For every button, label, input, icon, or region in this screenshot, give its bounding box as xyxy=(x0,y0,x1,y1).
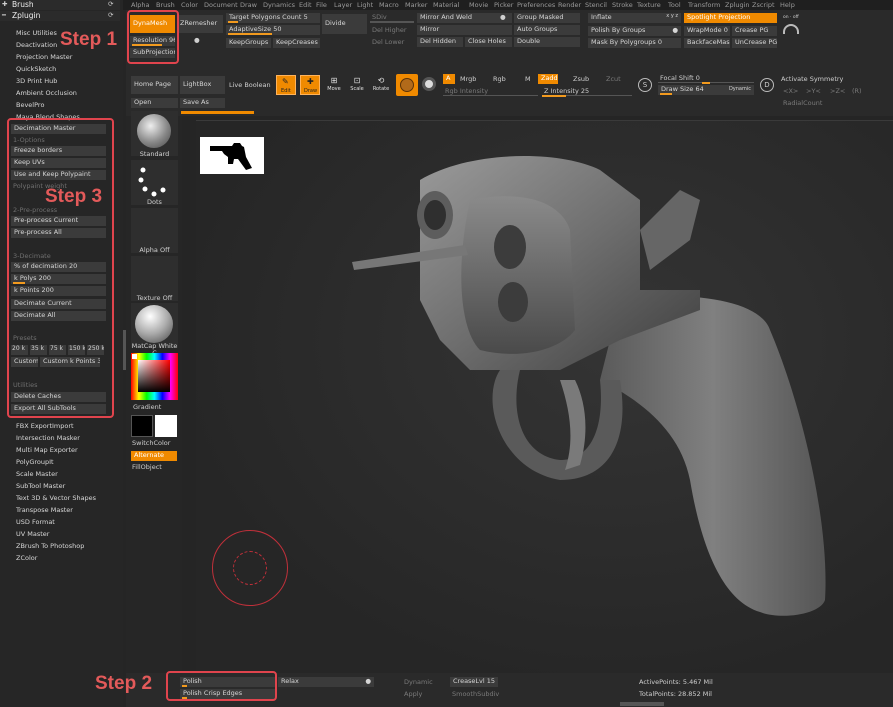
active-points-readout: ActivePoints: 5.467 Mil xyxy=(639,678,713,686)
step3-highlight-box xyxy=(7,118,114,418)
trigger-guard xyxy=(492,370,623,480)
brush-cursor-inner xyxy=(233,551,267,585)
revolver-grip xyxy=(600,296,826,616)
apply-button[interactable]: Apply xyxy=(404,691,422,698)
step3-label: Step 3 xyxy=(45,186,103,207)
step2-label: Step 2 xyxy=(95,673,153,694)
relax-dot-icon: ● xyxy=(365,677,371,685)
dynamic-button[interactable]: Dynamic xyxy=(404,679,433,686)
revolver-cylinder xyxy=(461,196,575,354)
creaselvl-slider[interactable]: CreaseLvl 15 xyxy=(450,677,498,687)
creaselvl-value: 15 xyxy=(486,677,496,685)
step1-label: Step 1 xyxy=(60,29,118,50)
total-points-readout: TotalPoints: 28.852 Mil xyxy=(639,690,712,698)
revolver-model[interactable] xyxy=(0,0,893,707)
smooth-subdiv-slider[interactable]: SmoothSubdiv xyxy=(452,691,499,698)
cylinder-hole-1 xyxy=(494,225,526,269)
step1-highlight-box xyxy=(127,10,179,64)
creaselvl-label: CreaseLvl xyxy=(453,677,485,685)
barrel-hole xyxy=(424,200,446,230)
trigger xyxy=(560,380,586,470)
bottom-scroll-handle[interactable] xyxy=(620,702,664,706)
relax-slider[interactable]: Relax ● xyxy=(278,677,374,687)
step2-highlight-box xyxy=(166,671,277,701)
relax-label: Relax xyxy=(281,677,299,685)
revolver-hammer xyxy=(640,190,700,270)
cylinder-hole-2 xyxy=(498,282,528,322)
